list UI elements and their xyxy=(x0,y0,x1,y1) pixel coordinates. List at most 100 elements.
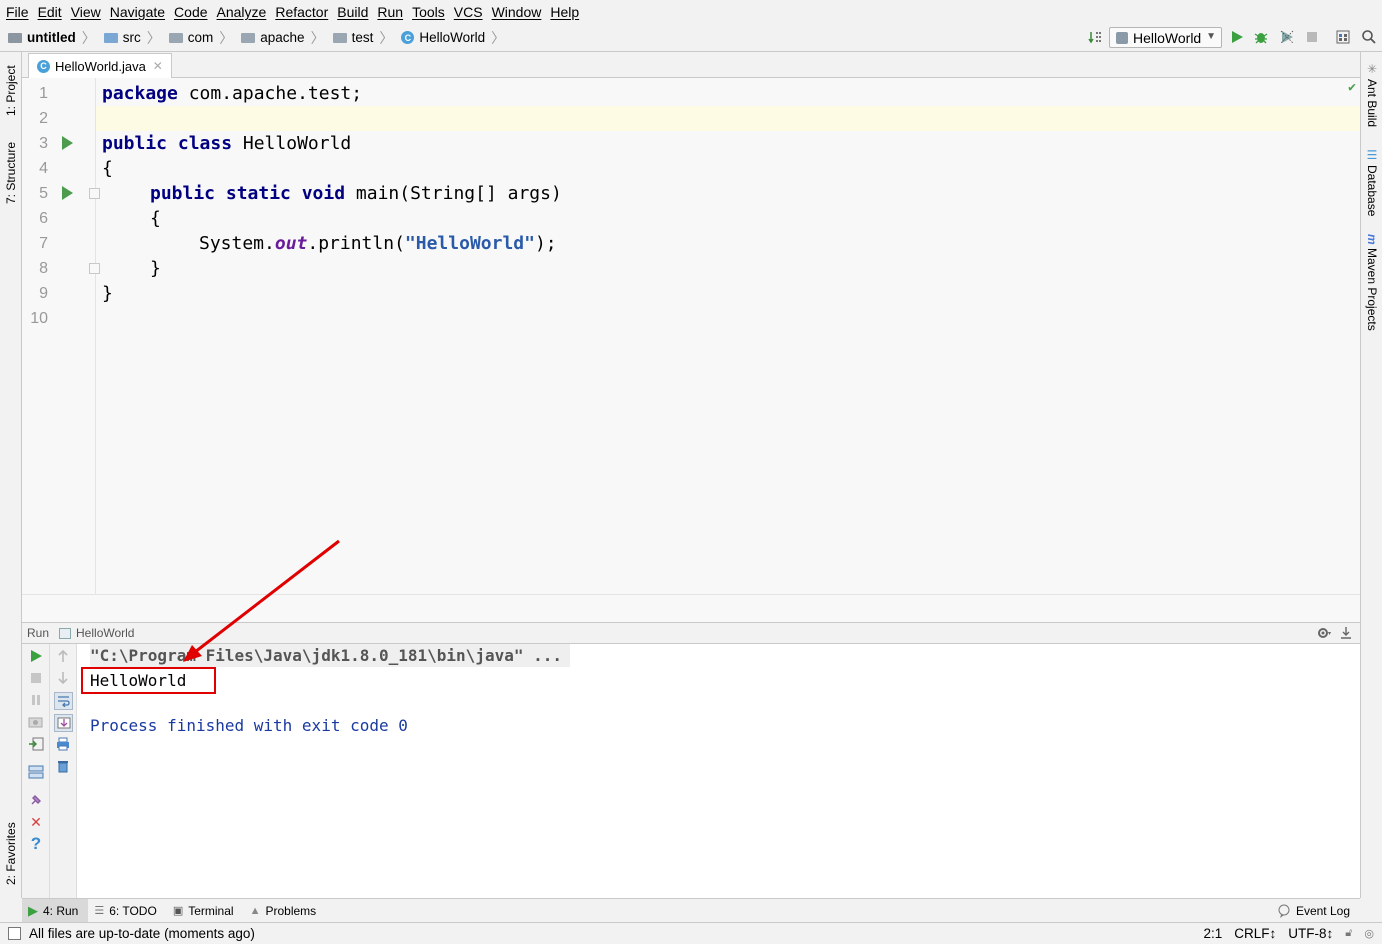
breadcrumb-project[interactable]: untitled 〉 xyxy=(0,28,96,48)
gear-icon[interactable] xyxy=(1316,626,1332,643)
arrow-up-icon[interactable] xyxy=(55,648,71,664)
editor-scroll-area xyxy=(22,594,1360,622)
tool-windows-icon[interactable] xyxy=(8,926,21,940)
static-field: out xyxy=(274,233,308,254)
stop-icon[interactable] xyxy=(1304,29,1320,45)
restore-layout-icon[interactable] xyxy=(28,736,44,752)
source-folder-icon xyxy=(103,32,118,43)
run-class-gutter-icon[interactable] xyxy=(62,136,73,150)
menu-build[interactable]: Build xyxy=(333,4,372,20)
search-icon[interactable] xyxy=(1361,29,1377,45)
console-command-line: "C:\Program Files\Java\jdk1.8.0_181\bin\… xyxy=(90,644,571,667)
run-icon[interactable] xyxy=(1229,29,1245,45)
breadcrumb-com[interactable]: com 〉 xyxy=(161,28,233,48)
tool-tab-structure[interactable]: 7: Structure xyxy=(0,132,22,214)
breadcrumb-apache[interactable]: apache 〉 xyxy=(233,28,325,48)
caret-position[interactable]: 2:1 xyxy=(1203,926,1222,941)
line-separator[interactable]: CRLF↕ xyxy=(1234,926,1276,941)
tool-tab-todo[interactable]: ☰ 6: TODO xyxy=(88,899,166,923)
code-editor[interactable]: 1 2 3 4 5 6 7 8 9 10 package com.apache.… xyxy=(22,78,1360,594)
code-line-5: public static void main(String[] args) xyxy=(150,181,562,206)
tool-tab-favorites[interactable]: 2: Favorites xyxy=(0,818,22,890)
inspection-ok-icon[interactable]: ✔ xyxy=(1348,80,1356,95)
breadcrumb-label: apache xyxy=(260,30,305,45)
tool-tab-database[interactable]: ☰ Database xyxy=(1361,148,1382,218)
project-structure-icon[interactable] xyxy=(1335,29,1351,45)
pin-icon[interactable] xyxy=(28,792,44,808)
pause-icon[interactable] xyxy=(28,692,44,708)
print-icon[interactable] xyxy=(55,736,71,752)
close-tab-icon[interactable]: ✕ xyxy=(153,59,163,73)
lock-icon[interactable]: 🔓︎ xyxy=(1345,927,1352,940)
menu-analyze[interactable]: Analyze xyxy=(213,4,271,20)
config-icon xyxy=(1116,31,1128,44)
clear-all-icon[interactable] xyxy=(55,758,71,774)
line-number: 2 xyxy=(39,110,48,127)
run-main-gutter-icon[interactable] xyxy=(62,186,73,200)
code-line-8: } xyxy=(150,256,161,281)
breadcrumb-src[interactable]: src 〉 xyxy=(96,28,161,48)
menu-run[interactable]: Run xyxy=(373,4,407,20)
menu-navigate[interactable]: Navigate xyxy=(106,4,169,20)
debug-icon[interactable] xyxy=(1253,29,1269,45)
console-output[interactable]: "C:\Program Files\Java\jdk1.8.0_181\bin\… xyxy=(77,644,1360,898)
tool-tab-label: Ant Build xyxy=(1365,79,1379,128)
tool-tab-run[interactable]: ▶ 4: Run xyxy=(22,898,89,923)
menu-window[interactable]: Window xyxy=(488,4,546,20)
layout-settings-icon[interactable] xyxy=(28,764,44,780)
tool-tab-terminal[interactable]: ▣ Terminal xyxy=(167,899,244,923)
breadcrumb-label: HelloWorld xyxy=(419,30,486,45)
console-output-line: HelloWorld xyxy=(90,671,187,690)
breadcrumb-test[interactable]: test 〉 xyxy=(325,28,393,48)
line-number: 7 xyxy=(39,235,48,252)
menu-vcs[interactable]: VCS xyxy=(450,4,487,20)
tool-tab-problems[interactable]: ▲ Problems xyxy=(244,899,327,923)
code-text: ); xyxy=(534,233,557,254)
tool-tab-ant-build[interactable]: ✳ Ant Build xyxy=(1361,62,1382,132)
arrow-down-icon[interactable] xyxy=(55,670,71,686)
code-line-1: package com.apache.test; xyxy=(102,81,362,106)
close-icon[interactable]: ✕ xyxy=(28,814,44,830)
build-project-icon[interactable] xyxy=(1088,29,1104,45)
event-log-tab[interactable]: Event Log xyxy=(1277,899,1350,923)
run-config-label: HelloWorld xyxy=(1133,29,1202,46)
soft-wrap-icon[interactable] xyxy=(54,692,73,710)
code-text: } xyxy=(102,283,113,304)
menu-tools[interactable]: Tools xyxy=(408,4,449,20)
run-panel-title: Run xyxy=(27,626,50,640)
menu-refactor[interactable]: Refactor xyxy=(271,4,332,20)
menu-help[interactable]: Help xyxy=(546,4,583,20)
code-text: } xyxy=(150,258,161,279)
stop-icon[interactable] xyxy=(28,670,44,686)
breadcrumb-label: com xyxy=(187,30,214,45)
hide-panel-icon[interactable] xyxy=(1340,626,1352,643)
help-icon[interactable]: ? xyxy=(28,834,44,853)
dump-threads-icon[interactable] xyxy=(28,714,44,730)
run-configuration-select[interactable]: HelloWorld ▼ xyxy=(1109,27,1222,48)
code-line-9: } xyxy=(102,281,113,306)
breadcrumb-separator-icon: 〉 xyxy=(146,29,161,46)
terminal-icon: ▣ xyxy=(172,905,184,917)
run-icon: ▶ xyxy=(28,902,38,918)
scroll-to-end-icon[interactable] xyxy=(54,714,73,732)
coverage-icon[interactable] xyxy=(1279,29,1295,45)
menu-edit[interactable]: Edit xyxy=(34,4,66,20)
event-log-icon xyxy=(1278,904,1290,918)
rerun-icon[interactable] xyxy=(28,648,44,664)
tab-helloworld-java[interactable]: C HelloWorld.java ✕ xyxy=(28,53,172,78)
breadcrumb-helloworld[interactable]: C HelloWorld 〉 xyxy=(393,28,505,48)
code-text: main(String[] args) xyxy=(345,183,562,204)
file-encoding[interactable]: UTF-8↕ xyxy=(1288,926,1333,941)
run-tab[interactable]: HelloWorld xyxy=(53,626,134,640)
menu-file[interactable]: File xyxy=(2,4,33,20)
menu-view[interactable]: View xyxy=(67,4,105,20)
problems-icon: ▲ xyxy=(249,904,261,917)
ant-icon: ✳ xyxy=(1365,62,1379,76)
line-number: 1 xyxy=(39,85,48,102)
inspector-icon[interactable]: ◎ xyxy=(1364,927,1374,940)
tool-tab-project[interactable]: 1: Project xyxy=(0,58,22,124)
tab-label: Problems xyxy=(265,903,317,918)
code-area[interactable]: package com.apache.test; public class He… xyxy=(96,78,1360,594)
tool-tab-maven[interactable]: m Maven Projects xyxy=(1361,234,1382,338)
menu-code[interactable]: Code xyxy=(170,4,211,20)
